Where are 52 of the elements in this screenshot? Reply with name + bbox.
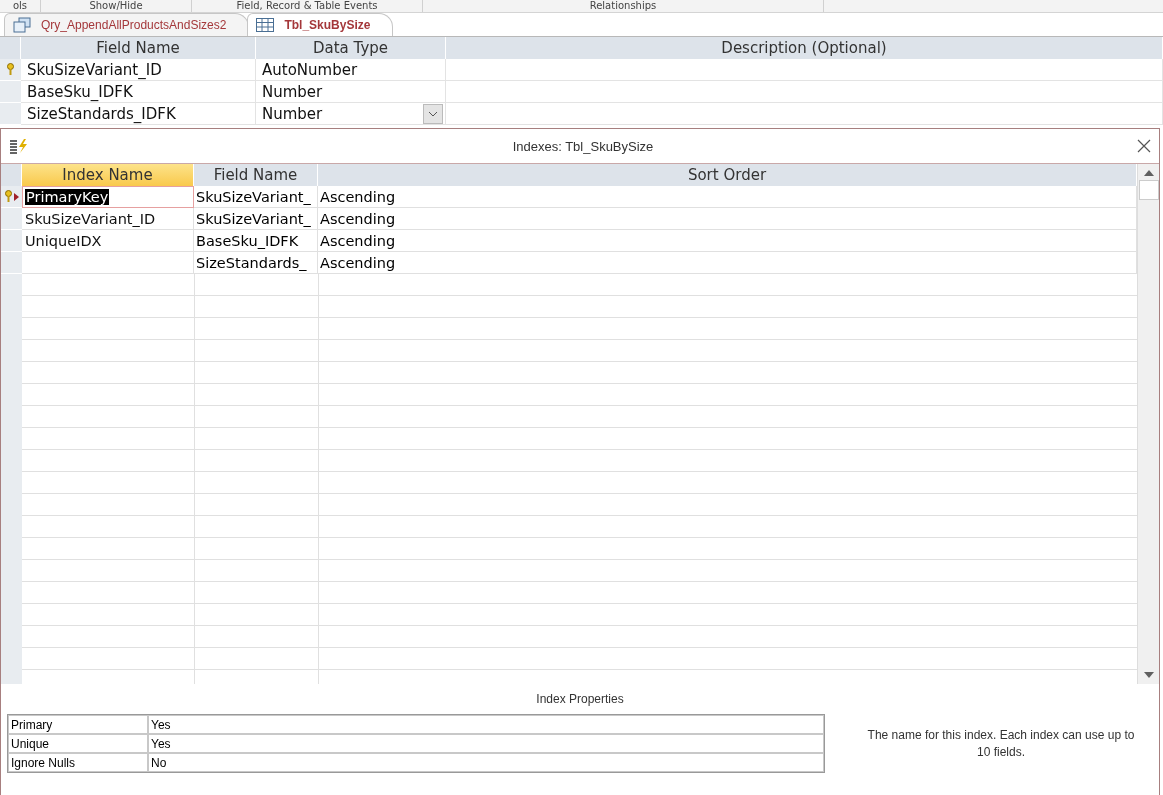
table-cell: PrimaryKey <box>22 186 194 208</box>
table-cell: SkuSizeVariant_ID <box>21 59 256 81</box>
table-cell: SkuSizeVariant_ <box>194 208 318 230</box>
dialog-title: Indexes: Tbl_SkuBySize <box>511 138 655 154</box>
query-icon <box>13 17 31 33</box>
chevron-down-icon <box>428 111 438 117</box>
property-value[interactable]: Yes <box>148 715 824 734</box>
property-label: Ignore Nulls <box>8 753 148 772</box>
ribbon-group-label: Field, Record & Table Events <box>236 0 378 12</box>
table-cell: AutoNumber <box>256 59 446 81</box>
table-cell: Ascending <box>318 252 1137 274</box>
table-icon <box>256 18 275 32</box>
column-header: Index Name <box>22 164 194 186</box>
scrollbar[interactable] <box>1137 164 1159 684</box>
property-label: Unique <box>8 734 148 753</box>
indexes-icon <box>9 138 29 154</box>
property-label: Primary <box>8 715 148 734</box>
document-tab[interactable]: Tbl_SkuBySize <box>247 13 394 36</box>
ribbon-group-label: Relationships <box>589 0 657 12</box>
table-cell: SizeStandards_ <box>194 252 318 274</box>
column-header: Field Name <box>21 37 256 59</box>
column-header: Field Name <box>194 164 318 186</box>
key-icon <box>4 190 13 203</box>
scroll-up-icon[interactable] <box>1143 170 1154 176</box>
table-cell: Ascending <box>318 208 1137 230</box>
table-cell: BaseSku_IDFK <box>21 81 256 103</box>
table-cell: SizeStandards_IDFK <box>21 103 256 125</box>
column-header: Description (Optional) <box>446 37 1163 59</box>
scroll-down-icon[interactable] <box>1143 672 1154 678</box>
table-cell: Number <box>256 81 446 103</box>
table-cell: Number <box>256 103 446 125</box>
help-text: The name for this index. Each index can use up to 10 fields. <box>866 726 1136 761</box>
column-header: Sort Order <box>318 164 1137 186</box>
ribbon-group-label: Show/Hide <box>89 0 143 12</box>
current-row-icon <box>14 192 19 201</box>
key-icon <box>6 63 15 76</box>
property-value[interactable]: No <box>148 753 824 772</box>
ribbon-group-label: ols <box>12 0 28 12</box>
property-value[interactable]: Yes <box>148 734 824 753</box>
row-selector[interactable] <box>1 186 22 208</box>
section-title: Index Properties <box>536 692 624 706</box>
table-cell: Ascending <box>318 230 1137 252</box>
table-cell: SkuSizeVariant_ID <box>22 208 194 230</box>
document-tab[interactable]: Qry_AppendAllProductsAndSizes2 <box>4 13 250 36</box>
table-cell: BaseSku_IDFK <box>194 230 318 252</box>
dropdown-button[interactable] <box>423 104 443 124</box>
scroll-thumb[interactable] <box>1138 180 1159 200</box>
table-cell: SkuSizeVariant_ <box>194 186 318 208</box>
close-icon[interactable] <box>1137 139 1151 153</box>
table-cell: Ascending <box>318 186 1137 208</box>
column-header: Data Type <box>256 37 446 59</box>
table-cell: UniqueIDX <box>22 230 194 252</box>
